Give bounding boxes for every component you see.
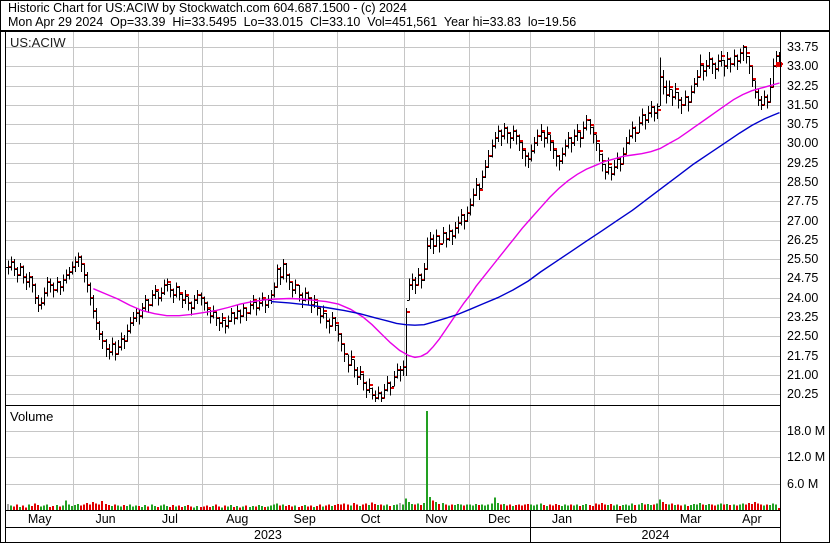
month-label: Jun [95, 512, 116, 526]
price-tick-label: 20.25 [787, 387, 819, 402]
price-tick-label: 30.00 [787, 136, 819, 151]
month-label: Jul [161, 512, 178, 526]
price-tick-label: 31.50 [787, 97, 819, 112]
price-tick-label: 27.75 [787, 194, 819, 209]
month-label: Apr [742, 512, 762, 526]
year-label: 2023 [254, 528, 282, 542]
year-label: 2024 [641, 528, 670, 542]
price-tick-label: 24.00 [787, 290, 819, 305]
month-label: Sep [293, 512, 316, 526]
volume-tick-label: 6.0 M [787, 476, 819, 491]
price-tick-label: 28.50 [787, 174, 819, 189]
volume-tick-label: 12.0 M [787, 450, 826, 465]
month-label: Feb [615, 512, 638, 526]
price-tick-label: 27.00 [787, 213, 819, 228]
month-label: May [27, 512, 52, 526]
price-tick-label: 21.75 [787, 348, 819, 363]
month-label: Jan [551, 512, 573, 526]
price-tick-label: 32.25 [787, 78, 819, 93]
price-tick-label: 24.75 [787, 271, 819, 286]
gridlines [6, 32, 781, 510]
month-label: Oct [360, 512, 381, 526]
month-label: Mar [679, 512, 702, 526]
ohlc-bars [6, 44, 783, 402]
price-tick-label: 26.25 [787, 232, 819, 247]
volume-bars [7, 411, 780, 510]
plot-right-border [780, 32, 781, 542]
volume-pane-label: Volume [10, 409, 54, 424]
volume-months-divider [5, 510, 781, 511]
chart-window: Historic Chart for US:ACIW by Stockwatch… [0, 0, 830, 543]
price-volume-divider [5, 405, 781, 406]
price-tick-label: 22.50 [787, 329, 819, 344]
price-tick-label: 23.25 [787, 309, 819, 324]
month-label: Nov [425, 512, 448, 526]
price-tick-label: 21.00 [787, 367, 819, 382]
price-tick-label: 29.25 [787, 155, 819, 170]
plot-left-border [5, 32, 6, 542]
price-tick-label: 25.50 [787, 252, 819, 267]
price-tick-label: 30.75 [787, 117, 819, 132]
ma-slow-line [270, 111, 780, 326]
chart-canvas [6, 32, 783, 510]
price-tick-label: 33.00 [787, 59, 819, 74]
month-label: Aug [226, 512, 249, 526]
symbol-label: US:ACIW [10, 35, 66, 50]
volume-tick-label: 18.0 M [787, 423, 826, 438]
year-boundary-divider [530, 510, 531, 542]
price-tick-label: 33.75 [787, 40, 819, 54]
last-close-marker [776, 62, 782, 67]
month-label: Dec [488, 512, 511, 526]
